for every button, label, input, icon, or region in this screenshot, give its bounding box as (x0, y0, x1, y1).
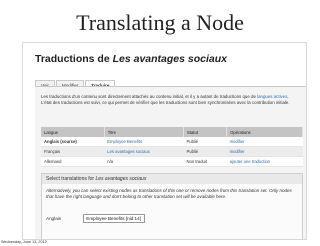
table-header-row: Langue Titre Statut Opérations (41, 127, 303, 137)
fieldset-legend-prefix: Select translations for (46, 176, 96, 182)
slide-title: Translating a Node (76, 10, 244, 35)
column-header-status[interactable]: Statut (183, 127, 228, 137)
translation-select-row: Anglais Employee Benefits [nid:14] (46, 214, 146, 223)
table-row: Français Les avantages sociaux Publié mo… (41, 146, 303, 157)
column-header-language[interactable]: Langue (41, 127, 105, 137)
page-title: Traductions de Les avantages sociaux (35, 53, 227, 65)
translation-language-label: Anglais (46, 216, 62, 221)
cell-title: n/a (104, 156, 184, 167)
translate-panel: Les traductions d'un contenu sont direct… (35, 86, 306, 239)
cell-language: Allemand (41, 156, 105, 167)
cell-language: Français (41, 146, 105, 157)
cell-status: Publié (183, 137, 227, 147)
select-translations-fieldset: Select translations for Les avantages so… (41, 173, 303, 239)
intro-text-part1: Les traductions d'un contenu sont direct… (41, 94, 258, 99)
page-title-prefix: Traductions de (35, 53, 113, 65)
cell-title-link[interactable]: Employee Benefits (104, 137, 184, 147)
fieldset-legend[interactable]: Select translations for Les avantages so… (42, 174, 302, 184)
cell-title-link[interactable]: Les avantages sociaux (104, 146, 184, 157)
table-row: Allemand n/a Non traduit ajouter une tra… (41, 156, 303, 167)
page-title-node: Les avantages sociaux (112, 53, 228, 65)
fieldset-legend-node: Les avantages sociaux (95, 176, 147, 182)
cell-language: Anglais (source) (41, 137, 105, 147)
column-header-operations: Opérations (226, 127, 303, 137)
active-languages-link[interactable]: langues actives (257, 94, 287, 99)
cell-operation-link[interactable]: modifier (226, 137, 303, 147)
translation-node-select[interactable]: Employee Benefits [nid:14] (83, 214, 146, 223)
cell-operation-link[interactable]: ajouter une traduction (226, 156, 303, 167)
fieldset-description: Alternatively, you can select existing n… (46, 188, 292, 200)
footer-date: Wednesday, June 13, 2012 (1, 240, 47, 244)
cell-status: Publié (183, 146, 227, 157)
table-row: Anglais (source) Employee Benefits Publi… (41, 137, 303, 147)
intro-text: Les traductions d'un contenu sont direct… (41, 94, 296, 107)
cell-operation-link[interactable]: modifier (226, 146, 303, 157)
column-header-title[interactable]: Titre (104, 127, 185, 137)
cell-status: Non traduit (183, 156, 227, 167)
drupal-screenshot: Traductions de Les avantages sociaux Voi… (22, 42, 307, 240)
node-tabs: VoirModifierTraduire (35, 72, 116, 90)
translations-table: Langue Titre Statut Opérations Anglais (… (41, 127, 303, 167)
